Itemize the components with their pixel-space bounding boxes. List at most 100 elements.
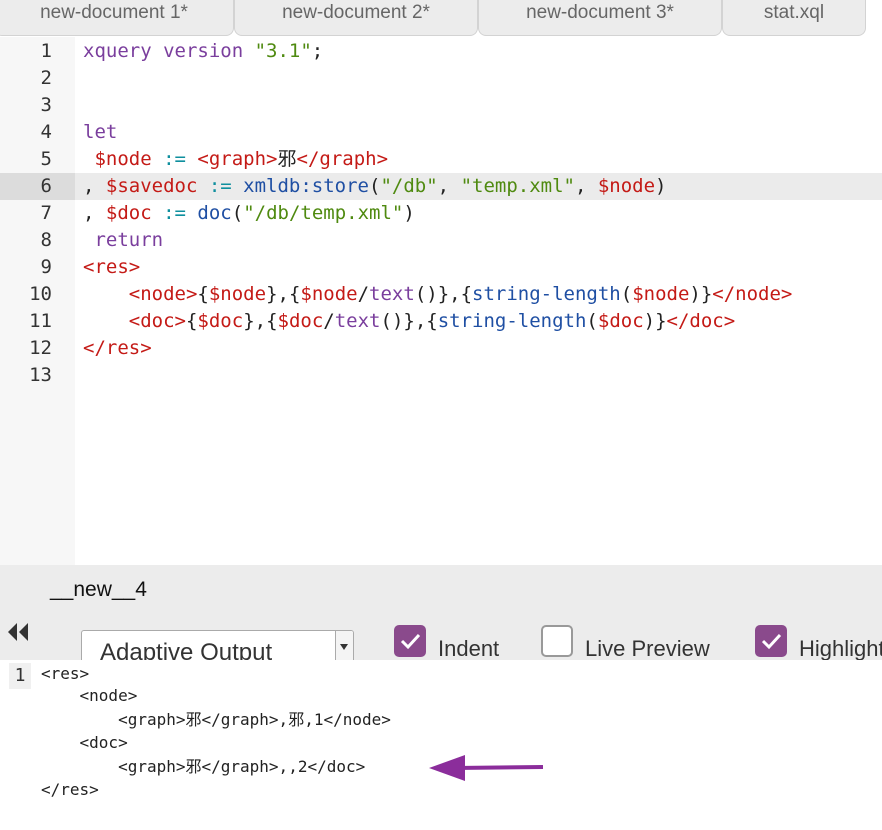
code-token: :=: [151, 148, 198, 170]
code-line[interactable]: 10 <node>{$node},{$node/text()},{string-…: [0, 281, 882, 308]
line-number: 5: [40, 148, 52, 170]
code-token: return: [94, 229, 164, 251]
code-token: "3.1": [254, 40, 312, 62]
code-token: </doc>: [666, 310, 736, 332]
code-text[interactable]: , $savedoc := xmldb:store("/db", "temp.x…: [83, 173, 667, 200]
indent-checkbox[interactable]: [394, 625, 426, 657]
code-token: <graph>: [197, 148, 278, 170]
line-number: 12: [29, 337, 52, 359]
double-chevron-left-icon[interactable]: [6, 620, 30, 644]
code-line[interactable]: 6, $savedoc := xmldb:store("/db", "temp.…: [0, 173, 882, 200]
code-token: </node>: [712, 283, 793, 305]
code-line[interactable]: 1 xquery version "3.1";: [0, 38, 882, 65]
code-token: (: [586, 310, 598, 332]
code-token: /: [357, 283, 370, 305]
code-token: :=: [197, 175, 244, 197]
live-preview-checkbox[interactable]: [541, 625, 573, 657]
code-line[interactable]: 5 $node := <graph>邪</graph>: [0, 146, 882, 173]
highlight-label: Highlight: [799, 636, 882, 661]
line-number: 13: [29, 364, 52, 386]
line-number: 11: [29, 310, 52, 332]
code-line[interactable]: 12 </res>: [0, 335, 882, 362]
code-text[interactable]: </res>: [83, 335, 152, 362]
result-output: 1 <res> <node> <graph>邪</graph>,邪,1</nod…: [0, 660, 882, 830]
code-text[interactable]: <res>: [83, 254, 140, 281]
code-token: 邪: [277, 148, 297, 170]
code-text[interactable]: return: [83, 227, 163, 254]
code-token: ,: [83, 202, 106, 224]
tab-new-document-3[interactable]: new-document 3*: [478, 0, 722, 36]
tab-new-document-2[interactable]: new-document 2*: [234, 0, 478, 36]
code-token: ,: [574, 175, 598, 197]
code-token: </graph>: [296, 148, 389, 170]
code-line[interactable]: 13: [0, 362, 882, 389]
code-token: let: [83, 121, 118, 143]
result-line: <graph>邪</graph>,,2</doc>: [41, 757, 366, 776]
line-number: 3: [40, 94, 52, 116]
line-number: 9: [40, 256, 52, 278]
result-line-number: 1: [9, 663, 31, 689]
code-lines[interactable]: 1 xquery version "3.1"; 2 3 4 let 5 $node := <…: [0, 38, 882, 389]
code-token: "/db/temp.xml": [243, 202, 404, 224]
code-token: ,: [437, 175, 461, 197]
arrow-left-icon: [429, 755, 544, 781]
code-token: <node>: [128, 283, 198, 305]
code-line[interactable]: 7 , $doc := doc("/db/temp.xml"): [0, 200, 882, 227]
code-token: $savedoc: [105, 175, 198, 197]
code-token: "temp.xml": [460, 175, 575, 197]
live-preview-label: Live Preview: [585, 636, 710, 661]
output-panel: __new__4 Adaptive Output Indent Live Pre…: [0, 565, 882, 666]
code-token: $doc: [197, 310, 244, 332]
indent-label: Indent: [438, 636, 500, 661]
code-token: {: [185, 310, 198, 332]
line-number: 10: [29, 283, 52, 305]
code-text[interactable]: <node>{$node},{$node/text()},{string-len…: [83, 281, 793, 308]
code-token: (: [231, 202, 244, 224]
code-token: $node: [94, 148, 152, 170]
code-line[interactable]: 2: [0, 65, 882, 92]
code-line[interactable]: 8 return: [0, 227, 882, 254]
code-token: <doc>: [128, 310, 186, 332]
code-token: text: [369, 283, 415, 305]
code-line[interactable]: 11 <doc>{$doc},{$doc/text()},{string-len…: [0, 308, 882, 335]
result-line: <doc>: [41, 733, 128, 752]
code-token: ;: [311, 40, 324, 62]
code-editor[interactable]: 1 xquery version "3.1"; 2 3 4 let 5 $node := <…: [0, 37, 882, 565]
tab-stat-xql[interactable]: stat.xql: [722, 0, 866, 36]
code-text[interactable]: $node := <graph>邪</graph>: [83, 146, 388, 173]
code-token: $node: [597, 175, 656, 197]
code-text[interactable]: let: [83, 119, 117, 146]
line-number: 8: [40, 229, 52, 251]
code-token: (: [369, 175, 381, 197]
result-line: <graph>邪</graph>,邪,1</node>: [41, 710, 391, 729]
output-title: __new__4: [50, 578, 147, 601]
code-token: </res>: [83, 337, 152, 359]
line-number: 7: [40, 202, 52, 224]
code-token: {: [197, 283, 209, 305]
code-text[interactable]: xquery version "3.1";: [83, 38, 323, 65]
code-token: )}: [689, 283, 713, 305]
code-line[interactable]: 4 let: [0, 119, 882, 146]
code-token: ()},{: [414, 283, 473, 305]
code-token: ()},{: [380, 310, 438, 332]
code-line[interactable]: 9 <res>: [0, 254, 882, 281]
tab-bar: new-document 1* new-document 2* new-docu…: [0, 0, 882, 37]
line-number: 6: [0, 173, 75, 200]
code-token: $node: [208, 283, 267, 305]
code-text[interactable]: <doc>{$doc},{$doc/text()},{string-length…: [83, 308, 735, 335]
code-text[interactable]: , $doc := doc("/db/temp.xml"): [83, 200, 415, 227]
code-token: xquery version: [83, 40, 255, 62]
code-token: $node: [632, 283, 690, 305]
code-token: },{: [243, 310, 278, 332]
code-token: $doc: [277, 310, 324, 332]
code-token: "/db": [380, 175, 438, 197]
code-token: <res>: [83, 256, 141, 278]
code-token: xmldb:store: [243, 175, 370, 197]
highlight-checkbox[interactable]: [755, 625, 787, 657]
tab-new-document-1[interactable]: new-document 1*: [0, 0, 234, 36]
code-line[interactable]: 3: [0, 92, 882, 119]
result-line: <node>: [41, 686, 138, 705]
